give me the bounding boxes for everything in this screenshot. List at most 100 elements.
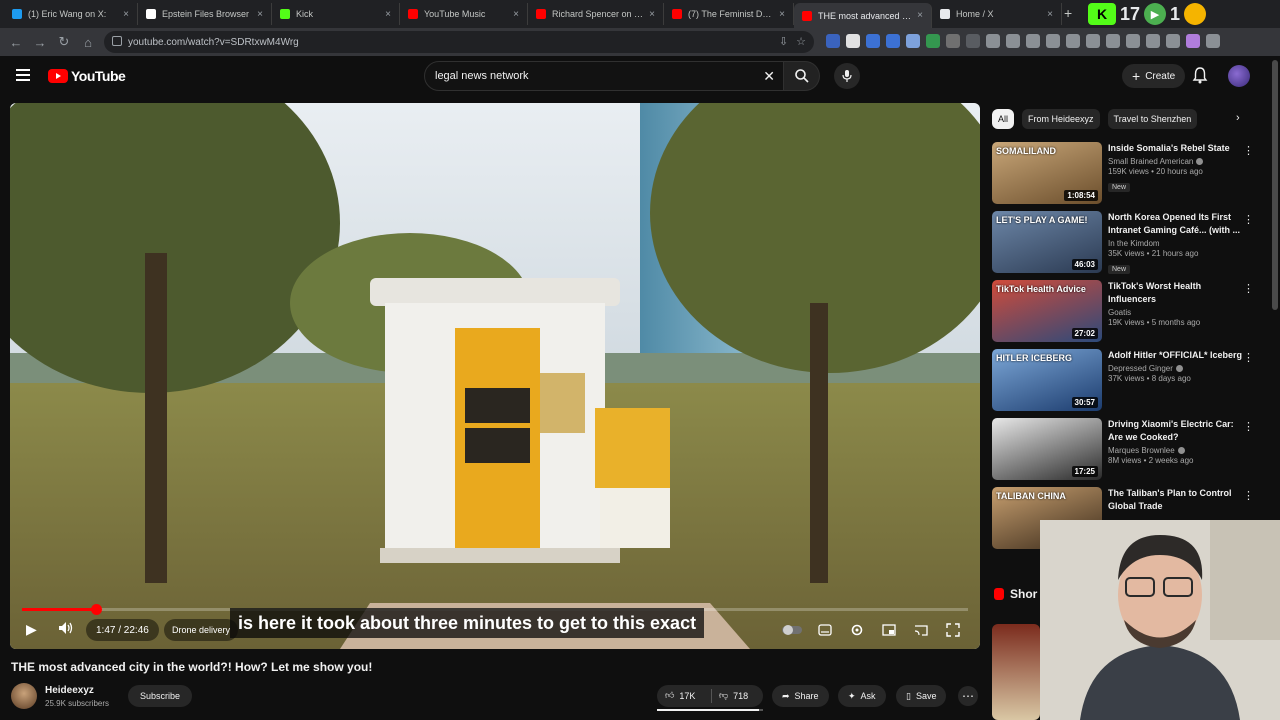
chevron-right-icon[interactable]: ›: [1236, 112, 1240, 124]
share-button[interactable]: ➦ Share: [772, 685, 829, 707]
home-icon[interactable]: ⌂: [76, 35, 100, 50]
browser-tab[interactable]: (7) The Feminist Debate ×: [664, 3, 794, 25]
extension-icon[interactable]: [966, 34, 980, 48]
browser-tab[interactable]: Kick ×: [272, 3, 400, 25]
filter-chip[interactable]: All: [992, 109, 1015, 129]
voice-search-button[interactable]: [834, 63, 860, 89]
play-icon[interactable]: ▶: [26, 621, 37, 638]
extension-icon[interactable]: [1086, 34, 1100, 48]
extension-icon[interactable]: [886, 34, 900, 48]
dislike-button[interactable]: 👎︎ 718: [719, 690, 748, 701]
video-thumbnail[interactable]: LET'S PLAY A GAME! 46:03: [992, 211, 1102, 273]
browser-tab[interactable]: YouTube Music ×: [400, 3, 528, 25]
video-title[interactable]: Inside Somalia's Rebel State: [1108, 142, 1244, 155]
subtitles-icon[interactable]: [818, 623, 832, 637]
extension-icon[interactable]: [1166, 34, 1180, 48]
video-title[interactable]: Driving Xiaomi's Electric Car: Are we Co…: [1108, 418, 1244, 444]
short-thumbnail[interactable]: [992, 624, 1040, 720]
extension-icon[interactable]: [846, 34, 860, 48]
channel-name[interactable]: Heideexyz: [45, 685, 94, 696]
search-input[interactable]: legal news network ✕: [424, 61, 784, 91]
save-button[interactable]: ▯ Save: [896, 685, 947, 707]
like-button[interactable]: 👍︎ 17K: [665, 690, 695, 701]
extension-icon[interactable]: [906, 34, 920, 48]
extension-icon[interactable]: [1186, 34, 1200, 48]
youtube-logo[interactable]: YouTube: [48, 68, 126, 84]
browser-tab[interactable]: Epstein Files Browser ×: [138, 3, 272, 25]
address-bar[interactable]: youtube.com/watch?v=SDRtxwM4Wrg ⇩ ☆: [104, 31, 814, 53]
site-info-icon[interactable]: [112, 36, 122, 46]
more-options-icon[interactable]: ⋮: [1243, 144, 1254, 157]
new-tab-button[interactable]: +: [1064, 5, 1072, 21]
extension-icon[interactable]: [1006, 34, 1020, 48]
video-title[interactable]: TikTok's Worst Health Influencers: [1108, 280, 1244, 306]
more-options-icon[interactable]: ⋮: [1243, 282, 1254, 295]
more-options-icon[interactable]: ⋮: [1243, 420, 1254, 433]
recommended-video[interactable]: SOMALILAND 1:08:54 Inside Somalia's Rebel …: [992, 142, 1262, 206]
extension-icon[interactable]: [1046, 34, 1060, 48]
recommended-video[interactable]: TikTok Health Advice 27:02 TikTok's Worst …: [992, 280, 1262, 344]
recommended-video[interactable]: LET'S PLAY A GAME! 46:03 North Korea Opene…: [992, 211, 1262, 275]
volume-icon[interactable]: [58, 621, 74, 638]
account-avatar[interactable]: [1228, 65, 1250, 87]
video-title[interactable]: North Korea Opened Its First Intranet Ga…: [1108, 211, 1244, 237]
video-thumbnail[interactable]: SOMALILAND 1:08:54: [992, 142, 1102, 204]
back-icon[interactable]: ←: [4, 35, 28, 50]
install-app-icon[interactable]: ⇩: [779, 35, 788, 48]
kick-extension-icon[interactable]: K: [1088, 3, 1116, 25]
tab-close-icon[interactable]: ×: [123, 9, 129, 20]
emoji-extension-icon[interactable]: [1184, 3, 1207, 25]
browser-tab[interactable]: Home / X ×: [932, 3, 1062, 25]
extension-icon[interactable]: [1146, 34, 1160, 48]
forward-icon[interactable]: →: [28, 35, 52, 50]
extension-icon[interactable]: [1026, 34, 1040, 48]
video-thumbnail[interactable]: 17:25: [992, 418, 1102, 480]
more-options-icon[interactable]: ⋮: [1243, 489, 1254, 502]
tab-close-icon[interactable]: ×: [513, 9, 519, 20]
extension-icon[interactable]: [1066, 34, 1080, 48]
ask-button[interactable]: ✦ Ask: [838, 685, 886, 707]
tab-close-icon[interactable]: ×: [649, 9, 655, 20]
video-player[interactable]: ▶ 1:47 / 22:46 Drone delivery is here it…: [10, 103, 980, 649]
filter-chip[interactable]: Travel to Shenzhen: [1107, 109, 1198, 129]
subscribe-button[interactable]: Subscribe: [128, 685, 193, 707]
extension-icon[interactable]: [826, 34, 840, 48]
miniplayer-icon[interactable]: [882, 623, 896, 637]
reload-icon[interactable]: ↻: [52, 34, 76, 50]
chapter-title[interactable]: Drone delivery: [164, 619, 239, 641]
fullscreen-icon[interactable]: [946, 623, 960, 637]
tab-close-icon[interactable]: ×: [385, 9, 391, 20]
video-channel[interactable]: Marques Brownlee: [1108, 446, 1244, 455]
more-actions-icon[interactable]: ⋯: [958, 686, 978, 706]
video-channel[interactable]: In the Kimdom: [1108, 239, 1244, 248]
tab-close-icon[interactable]: ×: [779, 9, 785, 20]
video-channel[interactable]: Goatis: [1108, 308, 1244, 317]
tab-close-icon[interactable]: ×: [257, 9, 263, 20]
notifications-bell-icon[interactable]: [1192, 66, 1208, 89]
video-channel[interactable]: Depressed Ginger: [1108, 364, 1244, 373]
extension-icon[interactable]: [926, 34, 940, 48]
recommended-video[interactable]: 17:25 Driving Xiaomi's Electric Car: Are …: [992, 418, 1262, 482]
video-title[interactable]: Adolf Hitler *OFFICIAL* Iceberg: [1108, 349, 1244, 362]
search-button[interactable]: [784, 61, 820, 91]
channel-avatar[interactable]: [11, 683, 37, 709]
recommended-video[interactable]: HITLER ICEBERG 30:57 Adolf Hitler *OFFICIA…: [992, 349, 1262, 413]
video-channel[interactable]: Small Brained American: [1108, 157, 1244, 166]
browser-tab[interactable]: THE most advanced city ×: [794, 3, 932, 28]
autoplay-toggle-icon[interactable]: [782, 623, 802, 637]
more-options-icon[interactable]: ⋮: [1243, 213, 1254, 226]
play-extension-icon[interactable]: ▶: [1144, 3, 1167, 25]
clear-search-icon[interactable]: ✕: [763, 68, 775, 85]
extension-icon[interactable]: [1106, 34, 1120, 48]
extension-icon[interactable]: [986, 34, 1000, 48]
tab-close-icon[interactable]: ×: [1047, 9, 1053, 20]
extension-icon[interactable]: [1206, 34, 1220, 48]
browser-tab[interactable]: (1) Eric Wang on X: ×: [4, 3, 138, 25]
video-thumbnail[interactable]: HITLER ICEBERG 30:57: [992, 349, 1102, 411]
tab-close-icon[interactable]: ×: [917, 10, 923, 21]
bookmark-star-icon[interactable]: ☆: [796, 35, 806, 48]
cast-icon[interactable]: [914, 623, 928, 637]
scrubber-handle[interactable]: [90, 604, 102, 615]
filter-chip[interactable]: From Heideexyz: [1022, 109, 1100, 129]
page-scrollbar[interactable]: [1272, 60, 1278, 310]
